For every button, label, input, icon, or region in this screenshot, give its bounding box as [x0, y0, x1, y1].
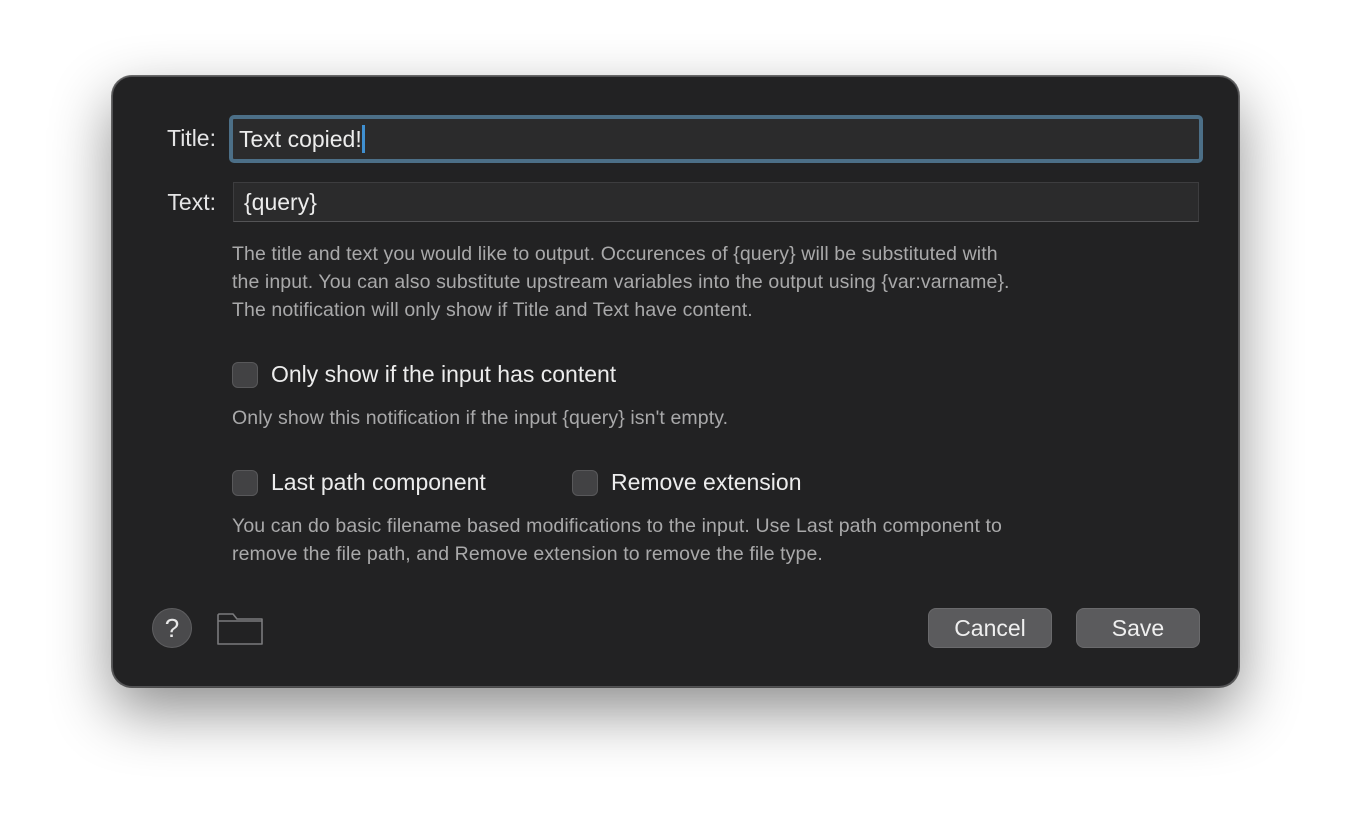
- filename-help-text: You can do basic filename based modifica…: [232, 512, 1192, 568]
- remove-extension-option[interactable]: Remove extension: [572, 469, 802, 496]
- title-input[interactable]: Text copied!: [229, 115, 1203, 163]
- text-label: Text:: [167, 189, 216, 215]
- remove-extension-label[interactable]: Remove extension: [611, 469, 802, 496]
- title-label: Title:: [167, 125, 216, 151]
- only-show-label[interactable]: Only show if the input has content: [271, 361, 616, 388]
- help-line: The title and text you would like to out…: [232, 243, 998, 265]
- save-button[interactable]: Save: [1076, 608, 1200, 648]
- text-input-value: {query}: [244, 188, 317, 215]
- help-line: The notification will only show if Title…: [232, 299, 753, 321]
- output-help-text: The title and text you would like to out…: [232, 240, 1192, 324]
- help-line: remove the file path, and Remove extensi…: [232, 543, 823, 565]
- help-line: You can do basic filename based modifica…: [232, 515, 1002, 537]
- only-show-help: Only show this notification if the input…: [232, 407, 729, 429]
- text-input[interactable]: {query}: [233, 182, 1199, 222]
- title-input-value: Text copied!: [239, 125, 362, 152]
- question-icon: ?: [164, 612, 180, 643]
- only-show-checkbox[interactable]: [232, 361, 258, 388]
- help-line: the input. You can also substitute upstr…: [232, 271, 1010, 293]
- remove-extension-checkbox[interactable]: [572, 469, 598, 496]
- folder-icon[interactable]: [216, 609, 264, 647]
- only-show-option[interactable]: Only show if the input has content: [232, 361, 616, 388]
- last-path-checkbox[interactable]: [232, 469, 258, 496]
- text-caret: [361, 125, 365, 153]
- last-path-label[interactable]: Last path component: [271, 469, 486, 496]
- help-button[interactable]: ?: [152, 608, 192, 648]
- last-path-option[interactable]: Last path component: [232, 469, 486, 496]
- cancel-button[interactable]: Cancel: [928, 608, 1052, 648]
